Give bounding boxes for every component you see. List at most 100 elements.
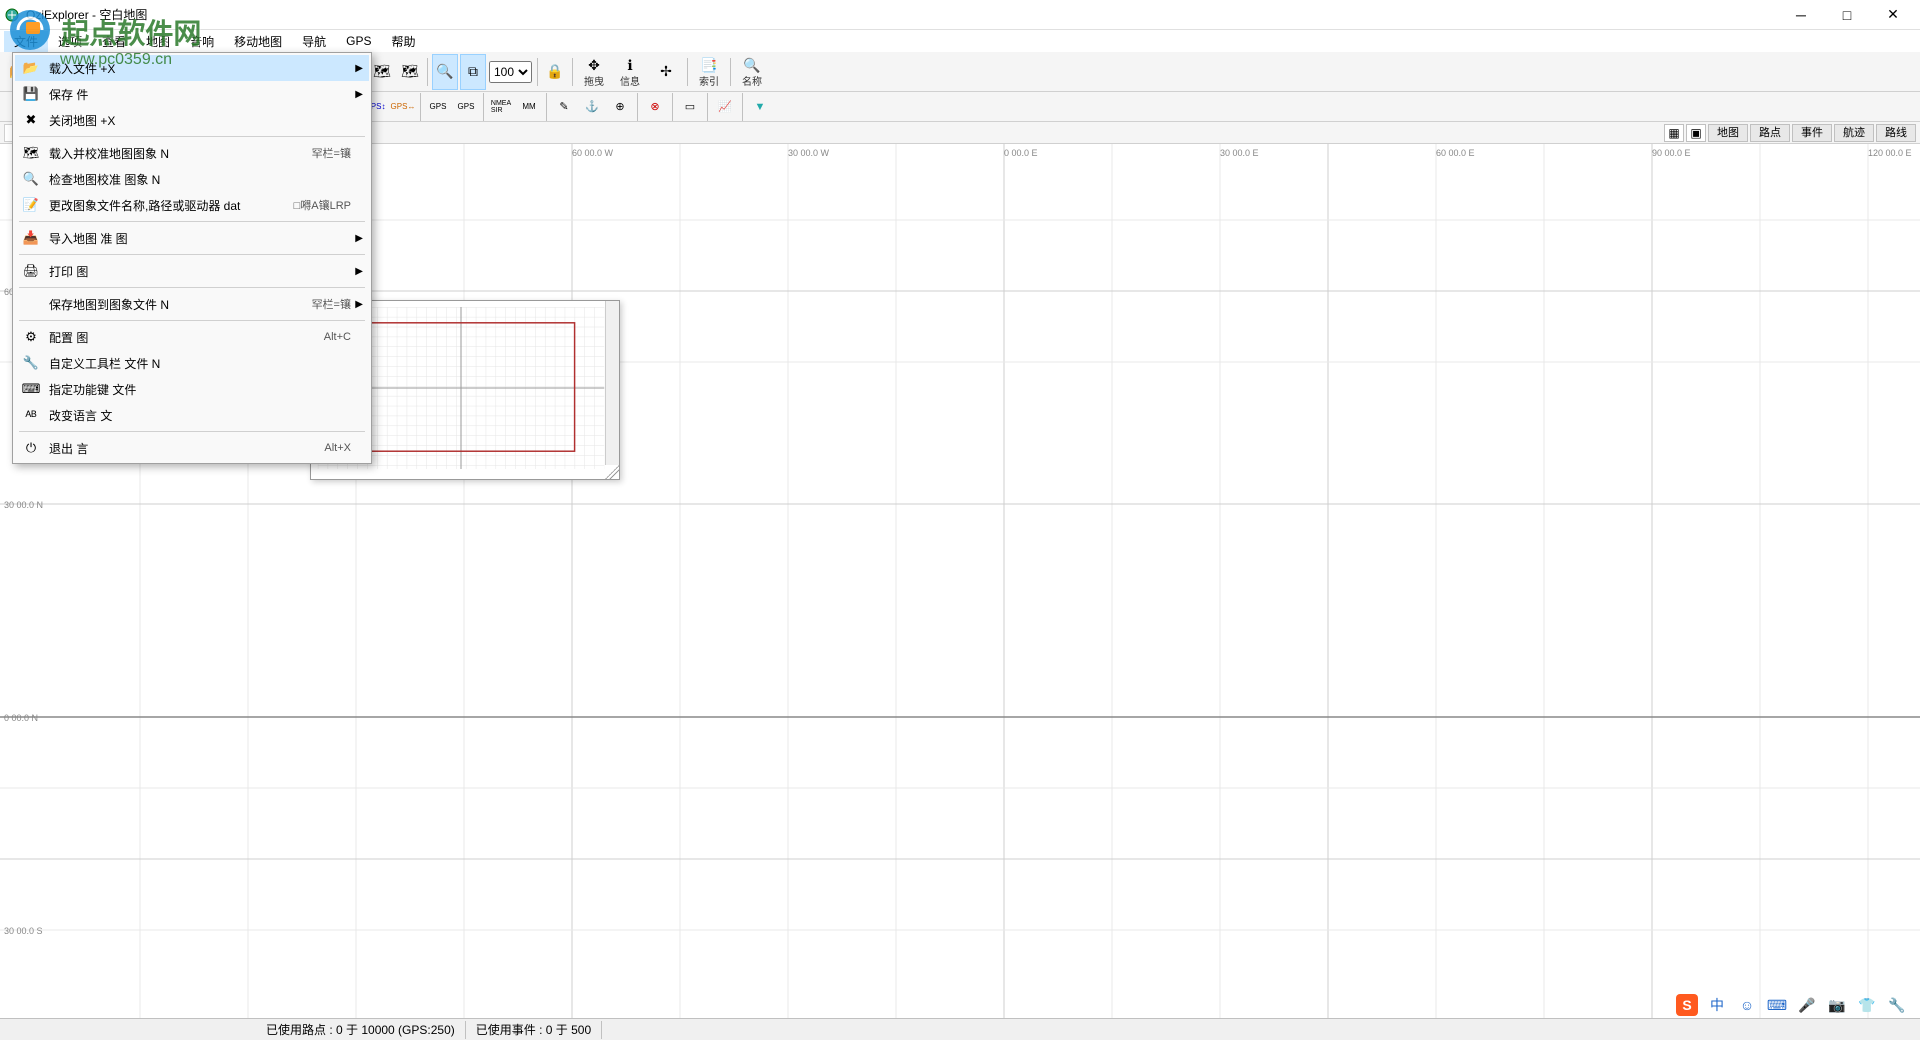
ime-mic-icon[interactable]: 🎤: [1796, 994, 1818, 1016]
menu-item-icon: ⌨: [21, 379, 41, 399]
map1-icon: 🗺: [372, 62, 392, 82]
ime-emoji-icon[interactable]: ☺: [1736, 994, 1758, 1016]
tb2-pen[interactable]: ✎: [551, 95, 577, 119]
menu-item-label: 指定功能键 文件: [49, 381, 339, 398]
file-menu-item-5[interactable]: 🔍检查地图校准 图象 N: [15, 166, 369, 192]
minimize-button[interactable]: ─: [1778, 0, 1824, 30]
tb-map1[interactable]: 🗺: [369, 54, 395, 90]
app-icon: [4, 7, 20, 23]
file-menu-item-15[interactable]: 🔧自定义工具栏 文件 N: [15, 350, 369, 376]
tb2-gps5[interactable]: GPS: [425, 95, 451, 119]
nmea-icon: NMEASIR: [491, 97, 511, 117]
tb-lock[interactable]: 🔒: [542, 54, 568, 90]
menu-options[interactable]: 选项: [48, 31, 92, 52]
file-menu-item-1[interactable]: 💾保存 件▶: [15, 81, 369, 107]
file-menu-item-2[interactable]: ✖ 关闭地图 +X: [15, 107, 369, 133]
menu-view[interactable]: 查看: [92, 31, 136, 52]
file-menu-item-8[interactable]: 📥导入地图 准 图▶: [15, 225, 369, 251]
close-button[interactable]: ✕: [1870, 0, 1916, 30]
file-menu-item-6[interactable]: 📝更改图象文件名称,路径或驱动器 dat□嘚A镶LRP: [15, 192, 369, 218]
menu-sound[interactable]: 音响: [180, 31, 224, 52]
menu-item-label: 保存 件: [49, 86, 339, 103]
tb-index[interactable]: 📑索引: [692, 54, 726, 90]
maximize-button[interactable]: □: [1824, 0, 1870, 30]
file-menu-item-4[interactable]: 🗺载入并校准地图图象 N罕栏=镶: [15, 140, 369, 166]
menu-item-label: 保存地图到图象文件 N: [49, 296, 300, 313]
menu-movingmap[interactable]: 移动地图: [224, 31, 292, 52]
tb2-chart[interactable]: ▭: [677, 95, 703, 119]
tb2-mm[interactable]: MM: [516, 95, 542, 119]
menu-map[interactable]: 地图: [136, 31, 180, 52]
name-icon: 🔍: [742, 56, 762, 76]
file-menu-item-10[interactable]: 🖨打印 图▶: [15, 258, 369, 284]
btn-map[interactable]: 地图: [1708, 124, 1748, 142]
menu-help[interactable]: 帮助: [381, 31, 425, 52]
tb-name[interactable]: 🔍名称: [735, 54, 769, 90]
menu-item-icon: 🖨: [21, 261, 41, 281]
gps6-icon: GPS: [456, 97, 476, 117]
menu-item-label: 关闭地图 +X: [49, 112, 339, 129]
titlebar: OziExplorer - 空白地图 ─ □ ✕: [0, 0, 1920, 30]
menu-item-label: 退出 言: [49, 440, 312, 457]
overview-scrollbar[interactable]: [605, 301, 619, 465]
tb-move[interactable]: ✢: [649, 54, 683, 90]
btn-event[interactable]: 事件: [1792, 124, 1832, 142]
menu-item-icon: 📝: [21, 195, 41, 215]
info-icon: ℹ: [620, 56, 640, 76]
tb-map2[interactable]: 🗺: [397, 54, 423, 90]
statusbar: 已使用路点 : 0 于 10000 (GPS:250) 已使用事件 : 0 于 …: [0, 1018, 1920, 1040]
tb2-del[interactable]: ⊗: [642, 95, 668, 119]
menu-file[interactable]: 文件: [4, 31, 48, 52]
ime-lang-icon[interactable]: 中: [1706, 994, 1728, 1016]
menu-item-label: 配置 图: [49, 329, 312, 346]
svg-text:0 00.0 N: 0 00.0 N: [4, 713, 38, 723]
file-menu-item-0[interactable]: 📂载入文件 +X▶: [15, 55, 369, 81]
file-menu-item-12[interactable]: 保存地图到图象文件 N罕栏=镶▶: [15, 291, 369, 317]
tb2-profile[interactable]: 📈: [712, 95, 738, 119]
ime-tool-icon[interactable]: 🔧: [1886, 994, 1908, 1016]
file-menu-item-16[interactable]: ⌨ 指定功能键 文件: [15, 376, 369, 402]
infobar-icon-2[interactable]: ▣: [1686, 124, 1706, 142]
btn-route[interactable]: 路线: [1876, 124, 1916, 142]
menu-item-icon: 🔍: [21, 169, 41, 189]
tb-zoom-area[interactable]: ⧉: [460, 54, 486, 90]
svg-text:30 00.0 N: 30 00.0 N: [4, 500, 43, 510]
ime-skin-icon[interactable]: 👕: [1856, 994, 1878, 1016]
drag-icon: ✥: [584, 56, 604, 76]
menubar: 文件 选项 查看 地图 音响 移动地图 导航 GPS 帮助: [0, 30, 1920, 52]
menu-item-icon: [21, 294, 41, 314]
tb2-filter[interactable]: ▼: [747, 95, 773, 119]
menu-item-label: 改变语言 文: [49, 407, 339, 424]
overview-resize-handle[interactable]: [605, 465, 619, 479]
tb2-gps4[interactable]: GPS↔: [390, 95, 416, 119]
status-events: 已使用事件 : 0 于 500: [466, 1021, 602, 1039]
index-icon: 📑: [699, 56, 719, 76]
status-waypoints: 已使用路点 : 0 于 10000 (GPS:250): [256, 1021, 466, 1039]
ime-bar: S 中 ☺ ⌨ 🎤 📷 👕 🔧: [1670, 992, 1914, 1018]
menu-item-icon: 🗺: [21, 143, 41, 163]
btn-track[interactable]: 航迹: [1834, 124, 1874, 142]
ime-keyboard-icon[interactable]: ⌨: [1766, 994, 1788, 1016]
window-title: OziExplorer - 空白地图: [26, 6, 1778, 23]
file-menu-item-14[interactable]: ⚙配置 图Alt+C: [15, 324, 369, 350]
menu-gps[interactable]: GPS: [336, 32, 381, 50]
tb2-gps6[interactable]: GPS: [453, 95, 479, 119]
tb2-target[interactable]: ⊕: [607, 95, 633, 119]
tb-info[interactable]: ℹ信息: [613, 54, 647, 90]
tb-zoom[interactable]: 🔍: [432, 54, 458, 90]
ime-sogou-icon[interactable]: S: [1676, 994, 1698, 1016]
menu-nav[interactable]: 导航: [292, 31, 336, 52]
tb2-anchor[interactable]: ⚓: [579, 95, 605, 119]
menu-item-icon: ⚙: [21, 327, 41, 347]
zoom-select[interactable]: 100: [489, 61, 532, 83]
file-menu-dropdown: 📂载入文件 +X▶💾保存 件▶✖关闭地图 +X🗺载入并校准地图图象 N罕栏=镶🔍…: [12, 52, 372, 464]
btn-waypoint[interactable]: 路点: [1750, 124, 1790, 142]
move-icon: ✢: [656, 62, 676, 82]
ime-cam-icon[interactable]: 📷: [1826, 994, 1848, 1016]
tb2-nmea[interactable]: NMEASIR: [488, 95, 514, 119]
infobar-icon-1[interactable]: ▦: [1664, 124, 1684, 142]
tb-drag[interactable]: ✥拖曳: [577, 54, 611, 90]
file-menu-item-19[interactable]: ⏻退出 言Alt+X: [15, 435, 369, 461]
file-menu-item-17[interactable]: ᴬᴮ改变语言 文: [15, 402, 369, 428]
menu-item-icon: ✖: [21, 110, 41, 130]
